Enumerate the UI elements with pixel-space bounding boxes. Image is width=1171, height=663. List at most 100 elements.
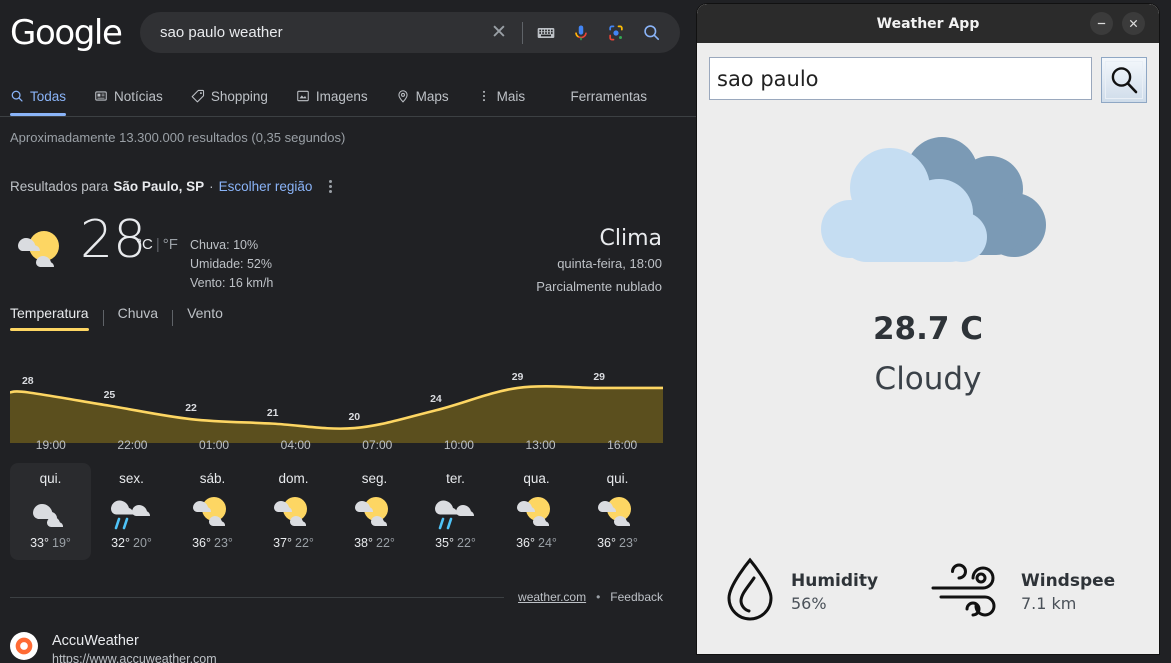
forecast-day[interactable]: sáb. 36° 23° (172, 463, 253, 560)
microphone-icon[interactable] (568, 20, 594, 46)
forecast-day-name: dom. (278, 471, 309, 486)
humidity-value: 56% (791, 593, 827, 613)
forecast-day-temps: 37° 22° (273, 536, 314, 550)
google-logo[interactable]: Google (10, 13, 123, 53)
magnifier-icon (1105, 61, 1143, 99)
app-condition: Cloudy (874, 361, 982, 397)
result-url: https://www.accuweather.com (52, 652, 217, 663)
nav-tab-imagens[interactable]: Imagens (282, 76, 382, 116)
nav-tab-mais[interactable]: Mais (463, 76, 540, 116)
divider (522, 21, 523, 44)
minimize-icon[interactable] (1090, 12, 1113, 35)
chart-x-tick: 07:00 (362, 438, 393, 452)
app-temperature: 28.7 C (872, 311, 984, 347)
close-icon[interactable]: ✕ (486, 23, 512, 42)
weather-datetime: quinta-feira, 18:00 (557, 256, 662, 271)
forecast-day-name: ter. (446, 471, 465, 486)
nav-tab-label: Maps (415, 88, 449, 104)
chart-point-label: 25 (103, 388, 116, 401)
chart-point-label: 29 (593, 370, 606, 383)
nav-tab-label: Mais (496, 88, 526, 104)
tab-temperatura[interactable]: Temperatura (10, 305, 103, 331)
divider (10, 596, 505, 598)
partly-cloudy-icon (253, 490, 334, 534)
region-row: Resultados para São Paulo, SP · Escolher… (10, 178, 333, 195)
humidity-label: Humidity (791, 570, 879, 591)
search-icon[interactable] (638, 20, 664, 46)
cloudy-icon (10, 490, 91, 534)
water-drop-icon (723, 556, 777, 627)
google-search-page: Google sao paulo weather ✕ Todas Notícia… (0, 0, 697, 663)
chart-point-label: 20 (348, 411, 361, 424)
forecast-day[interactable]: dom. 37° 22° (253, 463, 334, 560)
forecast-day-name: sáb. (199, 471, 226, 486)
chart-x-tick: 22:00 (117, 438, 148, 452)
chart-point-label: 21 (266, 406, 279, 419)
result-title[interactable]: AccuWeather (52, 632, 217, 650)
chart-x-tick: 16:00 (607, 438, 638, 452)
close-icon[interactable] (1122, 12, 1145, 35)
weather-app-body: 28.7 C Cloudy Humidity 56% (697, 43, 1159, 654)
nav-tab-label: Notícias (114, 88, 163, 104)
google-header: Google sao paulo weather ✕ (0, 0, 697, 64)
forecast-day-name: sex. (119, 471, 144, 486)
partly-cloudy-icon (334, 490, 415, 534)
nav-tab-todas[interactable]: Todas (0, 76, 80, 116)
rain-cloud-icon (91, 490, 172, 534)
wind-stat: Windspee 7.1 km (931, 556, 1115, 627)
daily-forecast-row: qui. 33° 19° sex. 32° 20° sáb. 36° 23° dom. 37° 22°… (10, 463, 658, 560)
nav-tab-shopping[interactable]: Shopping (177, 76, 282, 116)
forecast-day-name: seg. (361, 471, 388, 486)
chart-point-label: 28 (21, 375, 34, 388)
search-button[interactable] (1101, 57, 1147, 103)
partly-cloudy-icon (496, 490, 577, 534)
forecast-day[interactable]: seg. 38° 22° (334, 463, 415, 560)
footer-dot: • (596, 590, 601, 604)
forecast-day-temps: 36° 24° (516, 536, 557, 550)
chart-point-label: 29 (511, 370, 524, 383)
forecast-day[interactable]: sex. 32° 20° (91, 463, 172, 560)
change-region-link[interactable]: Escolher região (219, 179, 313, 194)
unit-toggle[interactable]: °C | °F (136, 236, 178, 253)
forecast-day-temps: 33° 19° (30, 536, 71, 550)
chart-point-label: 22 (185, 402, 197, 415)
unit-fahrenheit[interactable]: °F (163, 236, 178, 253)
weather-source-link[interactable]: weather.com (518, 590, 586, 604)
chart-x-tick: 04:00 (280, 438, 311, 452)
keyboard-icon[interactable] (533, 20, 559, 46)
detail-humidity: Umidade: 52% (190, 257, 272, 271)
chart-x-tick: 13:00 (525, 438, 556, 452)
windspeed-value: 7.1 km (1021, 593, 1077, 613)
forecast-day-name: qui. (39, 471, 62, 486)
feedback-link[interactable]: Feedback (610, 590, 663, 604)
forecast-day[interactable]: qui. 33° 19° (10, 463, 91, 560)
tools-button[interactable]: Ferramentas (570, 89, 697, 104)
forecast-day[interactable]: ter. 35° 22° (415, 463, 496, 560)
unit-celsius[interactable]: °C (136, 236, 153, 253)
forecast-day[interactable]: qua. 36° 24° (496, 463, 577, 560)
weather-metric-tabs: Temperatura Chuva Vento (10, 305, 237, 331)
weather-condition: Parcialmente nublado (536, 279, 662, 294)
nav-tab-maps[interactable]: Maps (382, 76, 463, 116)
window-title-bar[interactable]: Weather App (697, 4, 1159, 43)
forecast-day-temps: 35° 22° (435, 536, 476, 550)
nav-tab-noticias[interactable]: Notícias (80, 76, 177, 116)
temperature-chart[interactable] (10, 365, 663, 465)
tab-chuva[interactable]: Chuva (104, 305, 172, 331)
chart-x-tick: 10:00 (443, 438, 474, 452)
google-search-bar[interactable]: sao paulo weather ✕ (140, 12, 680, 53)
more-vertical-icon[interactable] (329, 178, 333, 195)
app-stats-row: Humidity 56% Windspee 7.1 km (709, 556, 1147, 627)
city-search-input[interactable] (709, 57, 1092, 100)
organic-result[interactable]: AccuWeather https://www.accuweather.com (10, 632, 217, 663)
forecast-day[interactable]: qui. 36° 23° (577, 463, 658, 560)
search-input[interactable]: sao paulo weather (160, 24, 486, 41)
result-stats: Aproximadamente 13.300.000 resultados (0… (10, 130, 346, 145)
nav-tab-label: Imagens (315, 88, 368, 104)
detail-wind: Vento: 16 km/h (190, 276, 274, 290)
forecast-day-temps: 36° 23° (597, 536, 638, 550)
partly-cloudy-icon (10, 224, 74, 281)
forecast-day-name: qui. (606, 471, 629, 486)
tab-vento[interactable]: Vento (173, 305, 237, 331)
google-lens-icon[interactable] (603, 20, 629, 46)
